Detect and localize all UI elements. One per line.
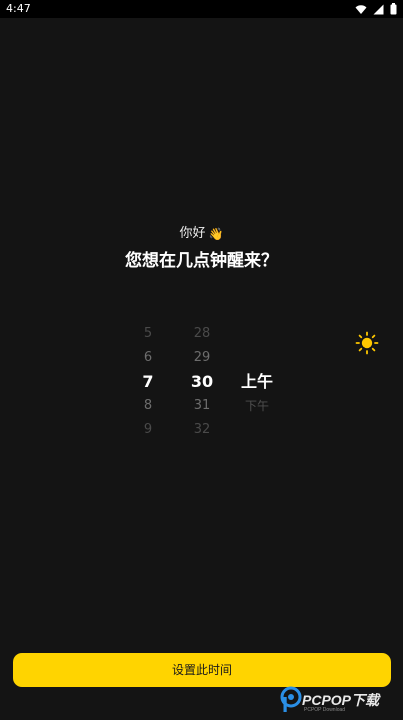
hour-picker[interactable]: 5 6 7 8 9: [133, 322, 163, 442]
minute-option[interactable]: 28: [186, 322, 218, 346]
hour-option[interactable]: 5: [133, 322, 163, 346]
hour-option-selected[interactable]: 7: [133, 370, 163, 394]
hour-option[interactable]: 8: [133, 394, 163, 418]
minute-option[interactable]: 32: [186, 418, 218, 442]
wake-time-question: 您想在几点钟醒来？: [125, 251, 278, 271]
app-screen: 4:47 你好 👋 您想在几点钟醒来？ 5 6 7 8 9 28 29 30 31…: [0, 0, 403, 720]
minute-picker[interactable]: 28 29 30 31 32: [186, 322, 218, 442]
set-time-button[interactable]: 设置此时间: [13, 653, 391, 687]
watermark-subtext: PCPOP Download: [304, 707, 346, 713]
wifi-icon: [355, 4, 367, 14]
status-icons: [355, 3, 397, 15]
hour-option[interactable]: 6: [133, 346, 163, 370]
minute-option[interactable]: 29: [186, 346, 218, 370]
sun-icon[interactable]: [355, 331, 379, 355]
minute-option[interactable]: 31: [186, 394, 218, 418]
signal-icon: [373, 4, 384, 14]
status-time: 4:47: [6, 2, 31, 15]
greeting-text: 你好: [179, 226, 206, 241]
greeting: 你好 👋: [0, 222, 403, 241]
battery-icon: [390, 3, 397, 15]
status-bar: 4:47: [0, 0, 403, 18]
meridiem-option[interactable]: 下午: [236, 394, 278, 418]
pcpop-logo-icon: [280, 686, 302, 712]
meridiem-option-selected[interactable]: 上午: [236, 370, 278, 394]
waving-hand-icon: 👋: [208, 227, 224, 241]
watermark: PCPOP下载 PCPOP Download: [278, 686, 402, 718]
minute-option-selected[interactable]: 30: [186, 370, 218, 394]
meridiem-picker[interactable]: 上午 下午: [236, 370, 278, 418]
hour-option[interactable]: 9: [133, 418, 163, 442]
